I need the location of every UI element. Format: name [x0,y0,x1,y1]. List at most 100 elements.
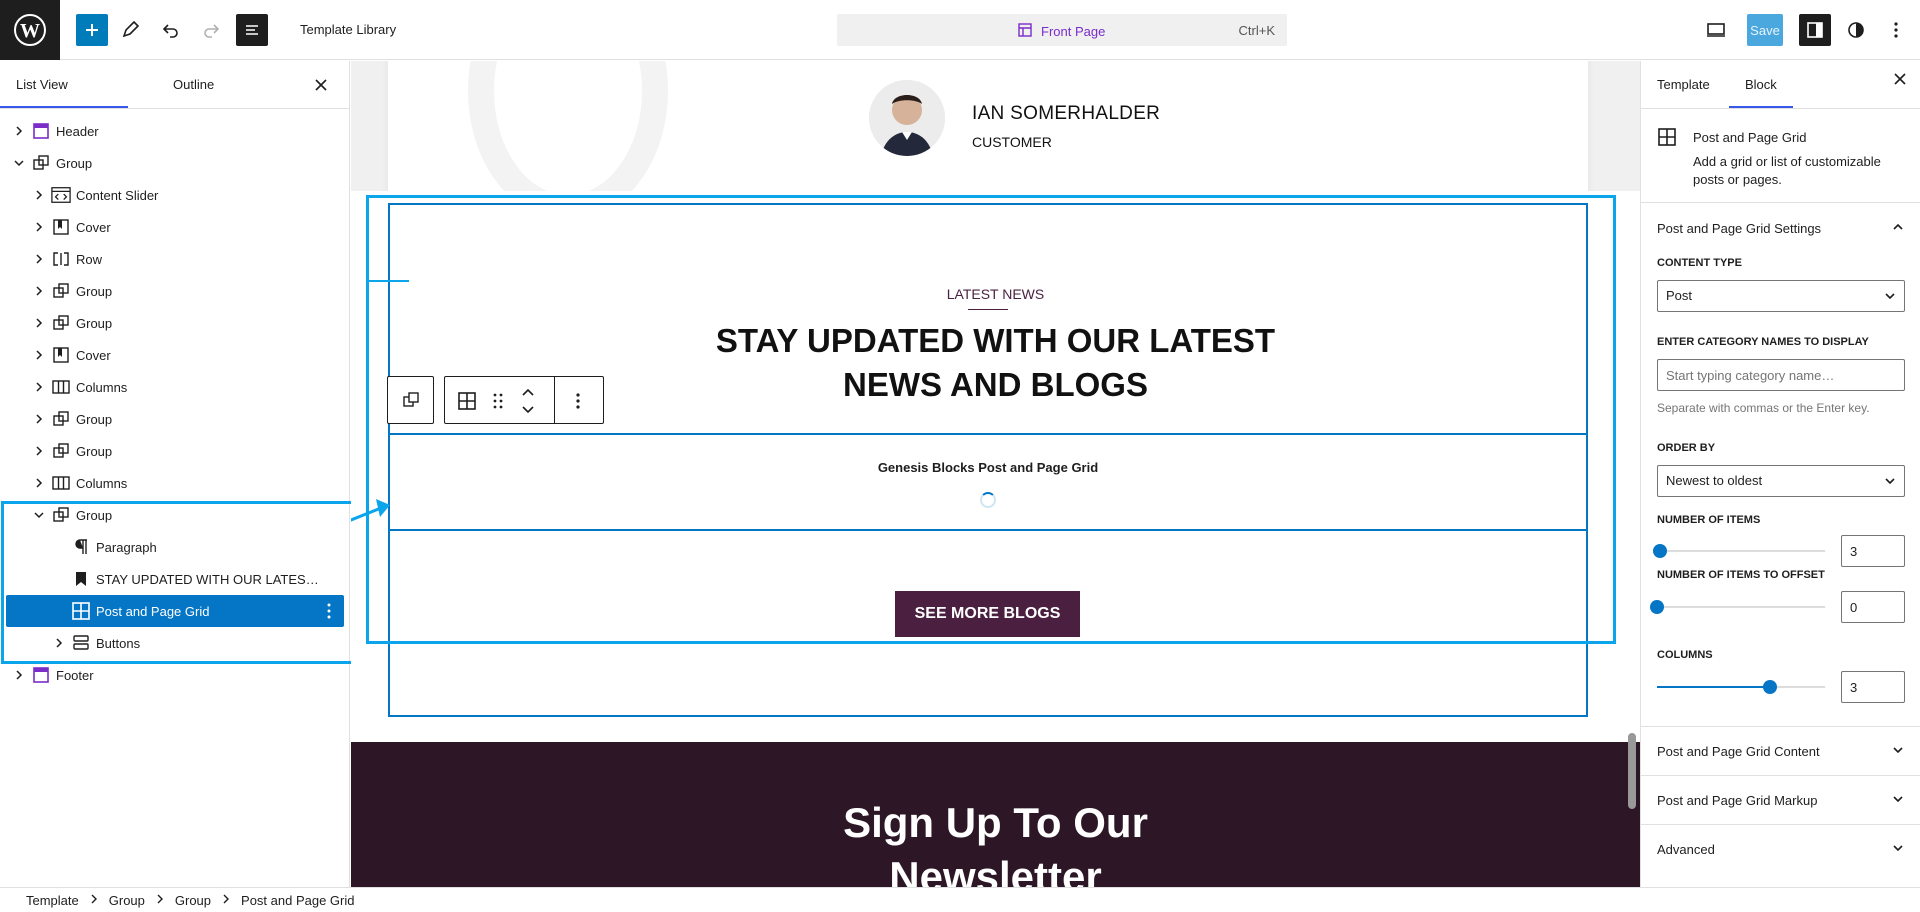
slider-thumb[interactable] [1762,680,1777,694]
toolbar-divider [554,377,555,423]
drag-handle-icon[interactable] [493,392,503,413]
chevron-up-icon[interactable] [1892,221,1904,236]
add-block-button[interactable] [76,14,108,46]
testimonial-name: IAN SOMERHALDER [972,103,1161,124]
chevron-right-icon[interactable] [33,381,45,393]
chevron-down-icon[interactable] [1892,744,1904,759]
advanced-panel[interactable]: Advanced [1657,842,1715,857]
order-by-select[interactable]: Newest to oldest [1657,465,1905,497]
columns-slider[interactable] [1657,677,1825,697]
list-view-item[interactable]: Group [0,435,350,467]
chevron-right-icon[interactable] [33,285,45,297]
breadcrumb-item[interactable]: Group [109,893,145,908]
list-view-item[interactable]: Cover [0,339,350,371]
redo-icon[interactable] [195,14,227,46]
grid-markup-panel[interactable]: Post and Page Grid Markup [1657,793,1817,808]
chevron-right-icon[interactable] [33,349,45,361]
items-number-input[interactable]: 3 [1841,535,1905,567]
chevron-down-icon[interactable] [1892,842,1904,857]
content-type-select[interactable]: Post [1657,280,1905,312]
close-icon[interactable] [1894,73,1906,88]
block-options-icon[interactable] [575,392,581,413]
template-part-icon [31,121,51,141]
chevron-right-icon[interactable] [33,477,45,489]
list-view-item[interactable]: Columns [0,467,350,499]
columns-number-input[interactable]: 3 [1841,671,1905,703]
close-icon[interactable] [309,73,333,97]
template-icon [1017,22,1033,41]
breadcrumb-item[interactable]: Post and Page Grid [241,893,354,908]
command-palette-bar[interactable]: Front Page Ctrl+K [837,14,1287,46]
edit-pencil-icon[interactable] [114,14,146,46]
tab-outline[interactable]: Outline [173,77,214,92]
move-up-icon[interactable] [521,385,535,402]
document-overview-button[interactable] [236,14,268,46]
chevron-down-icon[interactable] [1892,793,1904,808]
divider [1641,775,1920,776]
styles-contrast-icon[interactable] [1840,14,1872,46]
newsletter-title-line-2[interactable]: Newsletter [351,850,1640,887]
chevron-right-icon[interactable] [33,221,45,233]
list-view-item[interactable]: Group [0,147,350,179]
chevron-right-icon [222,894,230,907]
chevron-right-icon[interactable] [33,445,45,457]
list-view-item[interactable]: Columns [0,371,350,403]
select-parent-button[interactable] [387,376,434,424]
tab-list-view[interactable]: List View [0,77,128,108]
category-input[interactable]: Start typing category name… [1657,359,1905,391]
desktop-preview-icon[interactable] [1700,14,1732,46]
newsletter-title-line-1[interactable]: Sign Up To Our [351,796,1640,850]
settings-sidebar: Template Block Post and Page Grid Add a … [1640,61,1920,887]
chevron-right-icon[interactable] [33,413,45,425]
command-label: Front Page [1041,24,1106,39]
content-type-label: CONTENT TYPE [1657,257,1742,269]
list-view-item[interactable]: Group [0,307,350,339]
chevron-right-icon[interactable] [33,317,45,329]
divider [1641,726,1920,727]
list-view-item-label: Group [56,155,93,171]
chevron-right-icon[interactable] [13,669,25,681]
grid-block-icon[interactable] [457,391,477,414]
chevron-right-icon[interactable] [33,189,45,201]
breadcrumb-item[interactable]: Template [26,893,79,908]
chevron-right-icon[interactable] [33,253,45,265]
command-shortcut: Ctrl+K [1238,23,1275,38]
grid-content-panel[interactable]: Post and Page Grid Content [1657,744,1820,759]
grid-icon [1657,127,1677,150]
breadcrumb-item[interactable]: Group [175,893,211,908]
settings-tabs: Template Block [1641,61,1920,109]
editor-canvas[interactable]: IAN SOMERHALDER CUSTOMER LATEST NEWS STA… [351,61,1640,887]
document-title[interactable]: Template Library [300,22,396,37]
list-view-item[interactable]: Header [0,115,350,147]
chevron-right-icon[interactable] [13,125,25,137]
slider-thumb[interactable] [1650,600,1664,614]
offset-number-input[interactable]: 0 [1841,591,1905,623]
group-icon [51,313,71,333]
settings-sidebar-toggle[interactable] [1799,14,1831,46]
avatar [869,80,945,156]
list-view-item-label: Cover [76,219,111,235]
settings-panel-title[interactable]: Post and Page Grid Settings [1657,221,1821,236]
move-down-icon[interactable] [521,403,535,420]
list-view-item[interactable]: Row [0,243,350,275]
tab-template[interactable]: Template [1657,77,1710,92]
tab-block[interactable]: Block [1729,77,1793,108]
options-kebab-icon[interactable] [1880,14,1912,46]
content-type-value: Post [1666,288,1693,303]
undo-icon[interactable] [155,14,187,46]
list-view-item-label: Columns [76,379,128,395]
canvas-scrollbar[interactable] [1628,733,1636,809]
slider-thumb[interactable] [1653,544,1668,558]
chevron-down-icon[interactable] [13,157,25,169]
offset-slider[interactable] [1650,597,1825,617]
list-view-tabs: List View Outline [0,61,349,109]
testimonial-role: CUSTOMER [972,134,1052,150]
wordpress-logo-icon[interactable]: W [0,0,60,60]
list-view-item[interactable]: Content Slider [0,179,350,211]
list-view-item[interactable]: Group [0,403,350,435]
list-view-item[interactable]: Group [0,275,350,307]
category-help-text: Separate with commas or the Enter key. [1657,401,1870,415]
save-button[interactable]: Save [1747,14,1783,46]
list-view-item[interactable]: Cover [0,211,350,243]
items-slider[interactable] [1653,541,1825,561]
